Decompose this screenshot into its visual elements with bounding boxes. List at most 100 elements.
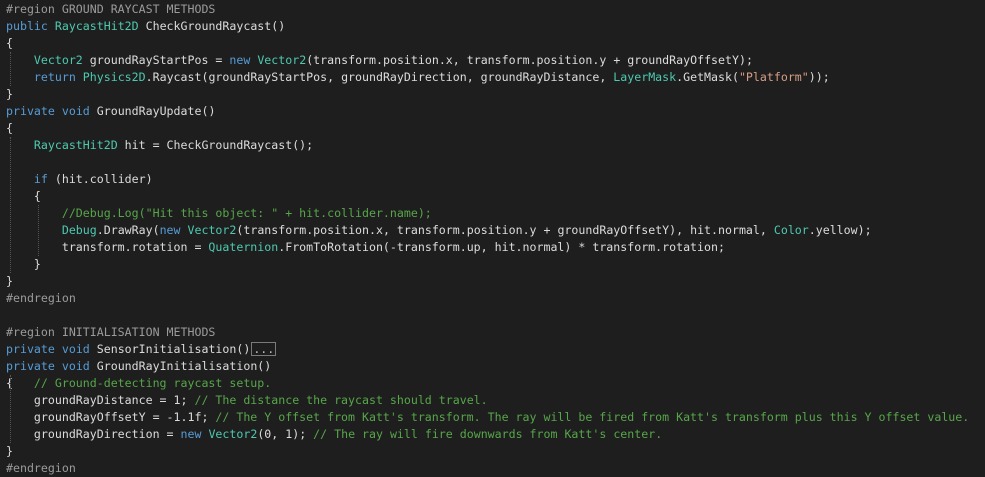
code-line: return Physics2D.Raycast(groundRayStartP… bbox=[0, 69, 830, 86]
code-line: #region INITIALISATION METHODS bbox=[0, 324, 215, 341]
code-line: groundRayDistance = 1; // The distance t… bbox=[0, 392, 488, 409]
code-token: .GetMask( bbox=[676, 70, 739, 84]
code-token: Vector2 bbox=[187, 223, 237, 237]
code-token: .FromToRotation(-transform.up, hit.norma… bbox=[278, 240, 725, 254]
code-token: #endregion bbox=[6, 461, 76, 475]
code-line: { bbox=[0, 120, 13, 137]
code-token: .Raycast(groundRayStartPos, groundRayDir… bbox=[145, 70, 614, 84]
code-line: private void SensorInitialisation()... bbox=[0, 341, 277, 358]
code-token: Debug bbox=[61, 223, 97, 237]
code-token: void bbox=[61, 342, 90, 356]
code-token: (transform.position.x, transform.positio… bbox=[306, 53, 753, 67]
code-token: } bbox=[6, 257, 41, 271]
indent-guide bbox=[38, 205, 39, 256]
code-token: GroundRayInitialisation() bbox=[89, 359, 272, 373]
code-line: #endregion bbox=[0, 460, 76, 477]
code-line: //Debug.Log("Hit this object: " + hit.co… bbox=[0, 205, 432, 222]
code-token: CheckGroundRaycast() bbox=[138, 19, 286, 33]
code-line: } bbox=[0, 273, 13, 290]
code-token: } bbox=[6, 444, 13, 458]
code-line: transform.rotation = Quaternion.FromToRo… bbox=[0, 239, 725, 256]
code-token: RaycastHit2D bbox=[33, 138, 118, 152]
code-token: Physics2D bbox=[82, 70, 146, 84]
code-token: #region INITIALISATION METHODS bbox=[6, 325, 216, 339]
code-line: } bbox=[0, 86, 13, 103]
code-token: .yellow); bbox=[808, 223, 872, 237]
collapsed-region-button[interactable]: ... bbox=[251, 342, 277, 356]
code-token: groundRayDistance = 1; bbox=[6, 393, 195, 407]
code-token: new bbox=[180, 427, 202, 441]
code-token: if bbox=[33, 172, 48, 186]
code-token: Vector2 bbox=[208, 427, 258, 441]
code-line: } bbox=[0, 443, 13, 460]
code-line: { // Ground-detecting raycast setup. bbox=[0, 375, 271, 392]
indent-guide bbox=[10, 137, 11, 273]
code-line: { bbox=[0, 188, 41, 205]
code-token: LayerMask bbox=[613, 70, 677, 84]
code-token: void bbox=[61, 359, 90, 373]
code-token: public bbox=[6, 19, 48, 33]
code-editor[interactable]: #region GROUND RAYCAST METHODS public Ray… bbox=[0, 0, 985, 477]
code-token: { bbox=[6, 121, 13, 135]
code-token: #endregion bbox=[6, 291, 76, 305]
code-token: Quaternion bbox=[208, 240, 279, 254]
code-line: Debug.DrawRay(new Vector2(transform.posi… bbox=[0, 222, 872, 239]
code-line: private void GroundRayUpdate() bbox=[0, 103, 215, 120]
code-token: // Ground-detecting raycast setup. bbox=[33, 376, 272, 390]
code-token: SensorInitialisation() bbox=[89, 342, 251, 356]
code-line: public RaycastHit2D CheckGroundRaycast() bbox=[0, 18, 285, 35]
code-token: )); bbox=[808, 70, 830, 84]
code-line: private void GroundRayInitialisation() bbox=[0, 358, 271, 375]
code-token: return bbox=[33, 70, 76, 84]
code-token: } bbox=[6, 87, 13, 101]
code-token: //Debug.Log("Hit this object: " + hit.co… bbox=[61, 206, 432, 220]
code-line: { bbox=[0, 35, 13, 52]
code-token: Vector2 bbox=[257, 53, 307, 67]
code-token: private bbox=[6, 104, 55, 118]
code-line: groundRayDirection = new Vector2(0, 1); … bbox=[0, 426, 662, 443]
code-token: hit = CheckGroundRaycast(); bbox=[117, 138, 314, 152]
code-token: // The Y offset from Katt's transform. T… bbox=[215, 410, 970, 424]
code-line: groundRayOffsetY = -1.1f; // The Y offse… bbox=[0, 409, 969, 426]
code-token: groundRayDirection = bbox=[6, 427, 181, 441]
code-line: #region GROUND RAYCAST METHODS bbox=[0, 1, 215, 18]
code-token: groundRayOffsetY = -1.1f; bbox=[6, 410, 216, 424]
code-token: void bbox=[61, 104, 90, 118]
code-line: #endregion bbox=[0, 290, 76, 307]
code-token: { bbox=[6, 36, 13, 50]
code-line: Vector2 groundRayStartPos = new Vector2(… bbox=[0, 52, 753, 69]
code-token: RaycastHit2D bbox=[54, 19, 139, 33]
code-line: RaycastHit2D hit = CheckGroundRaycast(); bbox=[0, 137, 313, 154]
code-token: Vector2 bbox=[33, 53, 83, 67]
code-token: "Platform" bbox=[738, 70, 809, 84]
code-token: new bbox=[229, 53, 251, 67]
code-token: } bbox=[6, 274, 13, 288]
code-token: (transform.position.x, transform.positio… bbox=[236, 223, 774, 237]
code-token: // The ray will fire downwards from Katt… bbox=[313, 427, 663, 441]
code-token: transform.rotation = bbox=[6, 240, 209, 254]
code-token: Color bbox=[773, 223, 809, 237]
code-token: #region GROUND RAYCAST METHODS bbox=[6, 2, 216, 16]
indent-guide bbox=[10, 52, 11, 86]
code-token: // The distance the raycast should trave… bbox=[194, 393, 488, 407]
code-line: } bbox=[0, 256, 41, 273]
code-token: private bbox=[6, 342, 55, 356]
indent-guide bbox=[10, 375, 11, 443]
code-token: .DrawRay( bbox=[96, 223, 160, 237]
code-token: private bbox=[6, 359, 55, 373]
code-token: GroundRayUpdate() bbox=[89, 104, 216, 118]
code-token: (0, 1); bbox=[257, 427, 314, 441]
code-token: groundRayStartPos = bbox=[82, 53, 230, 67]
code-token: { bbox=[6, 189, 41, 203]
code-line: if (hit.collider) bbox=[0, 171, 153, 188]
